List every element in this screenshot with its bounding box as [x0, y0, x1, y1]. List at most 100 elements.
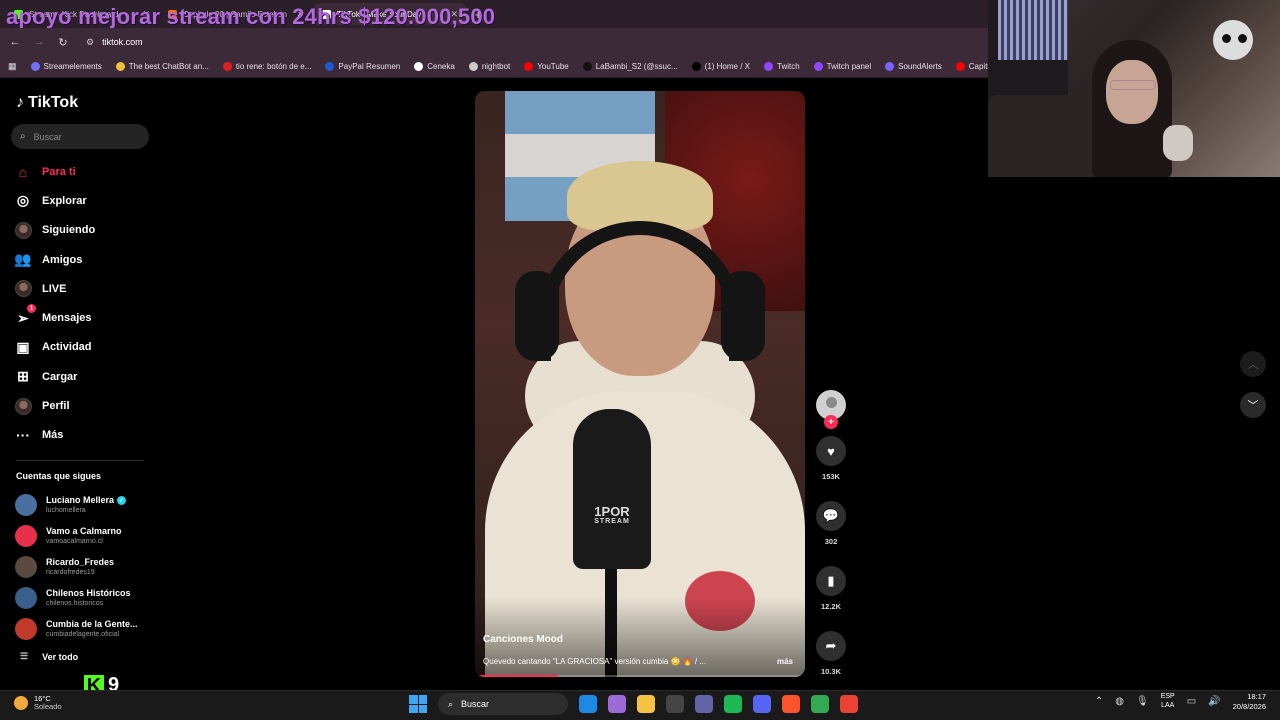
file-explorer-taskbar-icon[interactable]	[637, 695, 655, 713]
activity-icon: ▣	[16, 338, 30, 355]
brave-taskbar-icon[interactable]	[782, 695, 800, 713]
nav-item-explorar[interactable]: ◎ Explorar	[14, 186, 154, 215]
windows-start-icon[interactable]	[409, 695, 427, 713]
chevron-up-icon[interactable]: ⌃	[1095, 696, 1103, 707]
bookmark-item[interactable]: Twitch	[764, 62, 800, 71]
account-name: Vamo a Calmarno	[46, 526, 122, 537]
search-icon[interactable]: ⌕	[20, 131, 26, 142]
bookmark-item[interactable]: LaBambi_S2 (@ssuc...	[582, 62, 678, 71]
nav-item-actividad[interactable]: ▣ Actividad	[14, 333, 154, 362]
search-input[interactable]	[33, 131, 134, 142]
nav-item-para-ti[interactable]: ⌂ Para ti	[14, 157, 154, 186]
sidebar-divider	[16, 460, 144, 461]
next-video-arrow-icon[interactable]: ﹀	[1240, 392, 1266, 418]
bookmark-icon[interactable]: ▮	[816, 566, 846, 596]
account-handle: cumbiadelagente.oficial	[46, 630, 120, 638]
reload-icon[interactable]: ↻	[56, 36, 70, 49]
following-account[interactable]: Cumbia de la Gente... cumbiadelagente.ofi…	[15, 613, 155, 644]
chrome-active-taskbar-icon[interactable]	[840, 695, 858, 713]
site-info-icon[interactable]: ⚙	[86, 37, 94, 48]
nav-item-live[interactable]: LIVE	[14, 274, 154, 303]
nav-label: Explorar	[42, 194, 87, 207]
bookmark-label: (1) Home / X	[704, 62, 750, 71]
copilot-taskbar-icon[interactable]	[608, 695, 626, 713]
share-action: ➦ 10.3K	[816, 631, 846, 676]
bookmark-item[interactable]: tio rene: botón de e...	[222, 62, 311, 71]
nav-item-perfil[interactable]: Perfil	[14, 391, 154, 420]
caption-more-link[interactable]: más	[777, 657, 793, 666]
forward-arrow-icon[interactable]: →	[32, 36, 46, 48]
creator-avatar[interactable]: +	[816, 390, 846, 429]
apps-grid-icon[interactable]: ▦	[8, 61, 17, 72]
bookmark-item[interactable]: PayPal Resumen	[325, 62, 400, 71]
bookmark-favicon-icon	[30, 62, 40, 71]
bookmark-item[interactable]: SoundAlerts	[885, 62, 942, 71]
back-arrow-icon[interactable]: ←	[8, 36, 22, 48]
previous-video-arrow-icon[interactable]: ︿	[1240, 351, 1266, 377]
nav-item-siguiendo[interactable]: Siguiendo	[14, 216, 154, 245]
weather-widget[interactable]: 16°C Soleado	[14, 694, 62, 712]
account-name: Cumbia de la Gente...	[46, 618, 138, 629]
mic-brand-sub: STREAM	[594, 518, 630, 525]
account-handle: luchomellera	[46, 507, 86, 515]
video-player[interactable]: 1POR STREAM Canciones Mood Quevedo canta…	[475, 91, 805, 677]
bookmark-favicon-icon	[813, 62, 823, 71]
follow-plus-icon[interactable]: +	[824, 415, 838, 429]
see-all-link[interactable]: ☰ Ver todo	[20, 651, 78, 662]
network-icon[interactable]: ◍	[1115, 696, 1124, 707]
nav-item-amigos[interactable]: 👥 Amigos	[14, 245, 154, 274]
list-icon: ☰	[20, 651, 29, 661]
following-account[interactable]: Ricardo_Fredes ricardofredes19	[15, 552, 155, 583]
comment-icon[interactable]: 💬	[816, 501, 846, 531]
browser-toolbar: ← → ↻ ⚙ tiktok.com	[0, 28, 988, 56]
nav-item-cargar[interactable]: ⊞ Cargar	[14, 362, 154, 391]
clock-date: 20/8/2026	[1232, 701, 1266, 711]
nav-label: Amigos	[42, 253, 83, 266]
bookmark-item[interactable]: nightbot	[468, 62, 510, 71]
clock-time: 18:17	[1247, 692, 1266, 701]
edge-taskbar-icon[interactable]	[579, 695, 597, 713]
bookmark-item[interactable]: The best ChatBot an...	[115, 62, 209, 71]
bookmark-item[interactable]: YouTube	[524, 62, 569, 71]
volume-icon[interactable]: 🔊	[1208, 696, 1220, 707]
bookmark-favicon-icon	[691, 62, 701, 71]
share-icon[interactable]: ➦	[816, 631, 846, 661]
taskbar-search[interactable]: ⌕ Buscar	[438, 693, 568, 715]
bookmark-favicon-icon	[955, 62, 965, 71]
account-handle: vamoacalmarno.cl	[46, 538, 103, 546]
bookmark-label: SoundAlerts	[898, 62, 942, 71]
heart-icon[interactable]: ♥	[816, 436, 846, 466]
language-indicator[interactable]: ESP LAA	[1161, 693, 1175, 710]
nav-label: Mensajes	[42, 312, 92, 325]
following-account[interactable]: Luciano Mellera ✓ luchomellera	[15, 490, 155, 521]
video-progress-bar[interactable]	[475, 675, 805, 677]
video-author[interactable]: Canciones Mood	[483, 634, 563, 645]
sun-icon	[14, 696, 28, 711]
chrome-taskbar-icon[interactable]	[811, 695, 829, 713]
tiktok-logo[interactable]: ♪ TikTok	[16, 94, 78, 112]
teams-taskbar-icon[interactable]	[695, 695, 713, 713]
bookmark-item[interactable]: Ceneka	[414, 62, 455, 71]
obs-taskbar-icon[interactable]	[666, 695, 684, 713]
bookmark-label: YouTube	[537, 62, 569, 71]
search-bar: ⌕	[11, 124, 149, 149]
following-account[interactable]: Vamo a Calmarno vamoacalmarno.cl	[15, 521, 155, 552]
nav-label: Más	[42, 429, 64, 442]
monitor-icon[interactable]: ▭	[1187, 696, 1196, 707]
comment-action: 💬 302	[816, 501, 846, 546]
bookmark-favicon-icon	[222, 62, 232, 71]
nav-item-más[interactable]: ··· Más	[14, 421, 154, 450]
spotify-taskbar-icon[interactable]	[724, 695, 742, 713]
microphone-icon[interactable]: 🎙	[1136, 696, 1149, 707]
following-account[interactable]: Chilenos Históricos chilenos.historicos	[15, 582, 155, 613]
bookmark-item[interactable]: Streamelements	[30, 62, 102, 71]
clock[interactable]: 18:17 20/8/2026	[1233, 692, 1266, 712]
bookmark-label: Twitch	[777, 62, 800, 71]
nav-item-mensajes[interactable]: ➢ 1 Mensajes	[14, 303, 154, 332]
address-bar[interactable]: ⚙ tiktok.com	[86, 37, 143, 48]
main-nav: ⌂ Para ti ◎ Explorar Siguiendo 👥 Amigos LIVE ➢ 1 M…	[14, 157, 154, 450]
discord-taskbar-icon[interactable]	[753, 695, 771, 713]
bookmark-favicon-icon	[764, 62, 773, 71]
bookmark-item[interactable]: (1) Home / X	[691, 62, 750, 71]
bookmark-item[interactable]: Twitch panel	[813, 62, 871, 71]
